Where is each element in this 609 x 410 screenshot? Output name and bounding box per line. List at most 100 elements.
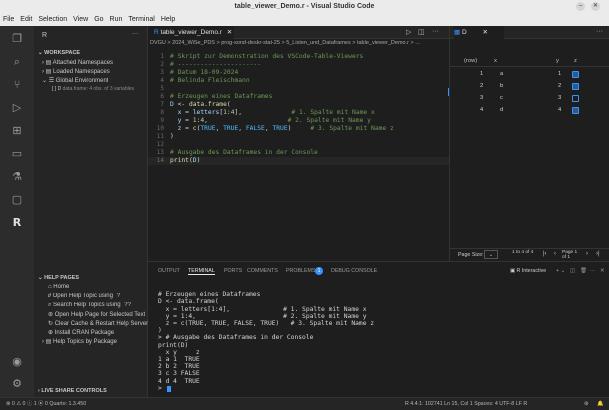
code-line[interactable]: # Erzeugen eines Dataframes [170, 93, 272, 101]
copilot-icon[interactable]: ⊛ [584, 398, 588, 410]
last-page-icon[interactable]: ›| [596, 251, 600, 257]
line-number: 8 [160, 109, 164, 116]
kill-terminal-icon[interactable]: 🗑 [580, 268, 587, 274]
menu-go[interactable]: Go [94, 13, 103, 26]
help-item-open-topic[interactable]: ∂ Open Help Topic using `?` [48, 293, 122, 299]
col-header-y[interactable]: y [556, 58, 559, 64]
code-line[interactable]: x = letters[1:4], # 1. Spalte mit Name x [170, 109, 375, 117]
help-item-search-topics[interactable]: ⌕ Search Help Topics using `??` [48, 302, 133, 309]
table-row[interactable]: 1 a 1 [450, 69, 609, 80]
first-page-icon[interactable]: |‹ [543, 251, 547, 257]
menu-view[interactable]: View [73, 13, 88, 26]
help-item-topics-by-package[interactable]: › ▤ Help Topics by Package [42, 338, 117, 345]
more-actions-icon[interactable]: ··· [596, 28, 603, 35]
code-token: data.frame [188, 101, 227, 108]
next-page-icon[interactable]: › [586, 251, 588, 257]
close-tab-icon[interactable]: ✕ [227, 29, 232, 36]
workspace-section[interactable]: ⌄ WORKSPACE [38, 50, 80, 56]
more-actions-icon[interactable]: ··· [590, 268, 595, 274]
title-bar: table_viewer_Demo.r - Visual Studio Code… [0, 0, 609, 13]
code-line[interactable]: # Datum 18-09-2024 [170, 69, 238, 77]
menu-edit[interactable]: Edit [20, 13, 32, 26]
table-row[interactable]: 4 d 4 [450, 105, 609, 116]
live-share-section[interactable]: › LIVE SHARE CONTROLS [38, 388, 107, 394]
tab-terminal[interactable]: TERMINAL [188, 268, 215, 275]
code-line[interactable]: # ---------------------- [170, 61, 261, 69]
code-line[interactable]: # Ausgabe des Dataframes in der Console [170, 149, 318, 157]
code-line[interactable]: z = c(TRUE, TRUE, FALSE, TRUE) # 3. Spal… [170, 125, 394, 133]
chat-icon[interactable]: ▢ [0, 189, 34, 211]
menu-terminal[interactable]: Terminal [128, 13, 154, 26]
tree-item-global-environment[interactable]: ⌄ ☰ Global Environment [42, 77, 108, 84]
code-token: , [204, 117, 288, 124]
tab-problems[interactable]: PROBLEMS [286, 268, 315, 274]
status-right[interactable]: R 4.4.1: 102741 Ln 15, Col 1 Spaces: 4 U… [405, 398, 527, 410]
terminal-selector[interactable]: ▣ R Interactive [510, 268, 546, 274]
minimize-button[interactable]: – [576, 2, 585, 11]
code-line[interactable]: ) [170, 133, 174, 141]
r-extension-icon[interactable]: R [0, 212, 34, 234]
checkbox-z[interactable] [572, 71, 579, 78]
run-debug-icon[interactable]: ▷ [0, 97, 34, 119]
help-item-selected-text[interactable]: ⊛ Open Help Page for Selected Text [48, 311, 145, 318]
checkbox-z[interactable] [572, 95, 579, 102]
status-left[interactable]: ⊗ 0 ⚠ 0 ⓘ 1 ⦿ 0 Quarto: 1.3.450 [6, 398, 86, 410]
page-size-select[interactable]: ⌄ [484, 250, 498, 259]
tree-item-attached-namespaces[interactable]: › ▤ Attached Namespaces [42, 59, 113, 66]
line-number: 11 [156, 133, 164, 140]
more-actions-icon[interactable]: ··· [432, 28, 439, 35]
extensions-icon[interactable]: ⊞ [0, 120, 34, 142]
tree-item-loaded-namespaces[interactable]: › ▤ Loaded Namespaces [42, 68, 110, 75]
tab-output[interactable]: OUTPUT [158, 268, 180, 274]
tree-item-dataframe[interactable]: [ ] D data.frame: 4 obs. of 3 variables [52, 86, 134, 92]
tab-debug-console[interactable]: DEBUG CONSOLE [331, 268, 377, 274]
notifications-icon[interactable]: 🔔 [597, 398, 604, 410]
col-header-x[interactable]: x [494, 58, 497, 64]
close-panel-icon[interactable]: ✕ [600, 268, 604, 274]
checkbox-z[interactable] [572, 83, 579, 90]
tab-comments[interactable]: COMMENTS [247, 268, 278, 274]
help-item-home[interactable]: ⌂ Home [48, 284, 69, 290]
terminal-output[interactable]: # Erzeugen eines Dataframes D <- data.fra… [148, 284, 609, 396]
settings-gear-icon[interactable]: ⚙ [0, 373, 34, 395]
run-file-icon[interactable]: ▷ [406, 28, 411, 36]
editor-tab-table-viewer-demo[interactable]: R table_viewer_Demo.r ✕ [148, 26, 234, 39]
code-line[interactable]: # Skript zur Demonstration des VSCode-Ta… [170, 53, 363, 61]
code-line[interactable]: # Belinda Fleischmann [170, 77, 250, 85]
code-line[interactable]: D <- data.frame( [170, 101, 231, 109]
menu-file[interactable]: File [3, 13, 14, 26]
more-actions-icon[interactable]: ··· [132, 31, 138, 37]
col-header-z[interactable]: z [574, 58, 577, 64]
help-item-clear-cache[interactable]: ↻ Clear Cache & Restart Help Server [48, 320, 148, 327]
search-icon[interactable]: ⌕ [0, 51, 34, 73]
explorer-icon[interactable]: ❐ [0, 28, 34, 50]
code-editor[interactable]: 1 # Skript zur Demonstration des VSCode-T… [148, 53, 449, 253]
code-token: FALSE [245, 125, 265, 132]
tab-ports[interactable]: PORTS [224, 268, 242, 274]
source-control-icon[interactable]: ⑂ [0, 74, 34, 96]
close-tab-icon[interactable]: ✕ [482, 29, 487, 36]
current-line-highlight [148, 157, 449, 165]
close-button[interactable]: ✕ [591, 2, 600, 11]
menu-selection[interactable]: Selection [38, 13, 67, 26]
code-token: ( [226, 101, 231, 108]
menu-help[interactable]: Help [161, 13, 175, 26]
help-item-label: Open Help Topic using `?` [52, 293, 122, 299]
checkbox-z[interactable] [572, 107, 579, 114]
testing-icon[interactable]: ⚗ [0, 166, 34, 188]
split-terminal-icon[interactable]: ◫ [570, 268, 575, 274]
code-line[interactable]: y = 1:4, # 2. Spalte mit Name y [170, 117, 371, 125]
account-icon[interactable]: ◉ [0, 351, 34, 373]
remote-explorer-icon[interactable]: ▭ [0, 143, 34, 165]
help-item-install-cran[interactable]: ⊕ Install CRAN Package [48, 329, 114, 336]
col-header-row[interactable]: (row) [464, 58, 477, 64]
menu-run[interactable]: Run [110, 13, 123, 26]
prev-page-icon[interactable]: ‹ [554, 251, 556, 257]
viewer-tab-bar: ▦ D ✕ ··· [450, 26, 609, 39]
viewer-tab-d[interactable]: ▦ D ✕ [454, 26, 504, 39]
split-editor-icon[interactable]: ◫ [418, 28, 425, 36]
table-row[interactable]: 3 c 3 [450, 93, 609, 104]
new-terminal-icon[interactable]: + ⌄ [556, 268, 565, 274]
help-pages-section[interactable]: ⌄ HELP PAGES [38, 275, 79, 281]
table-row[interactable]: 2 b 2 [450, 81, 609, 92]
